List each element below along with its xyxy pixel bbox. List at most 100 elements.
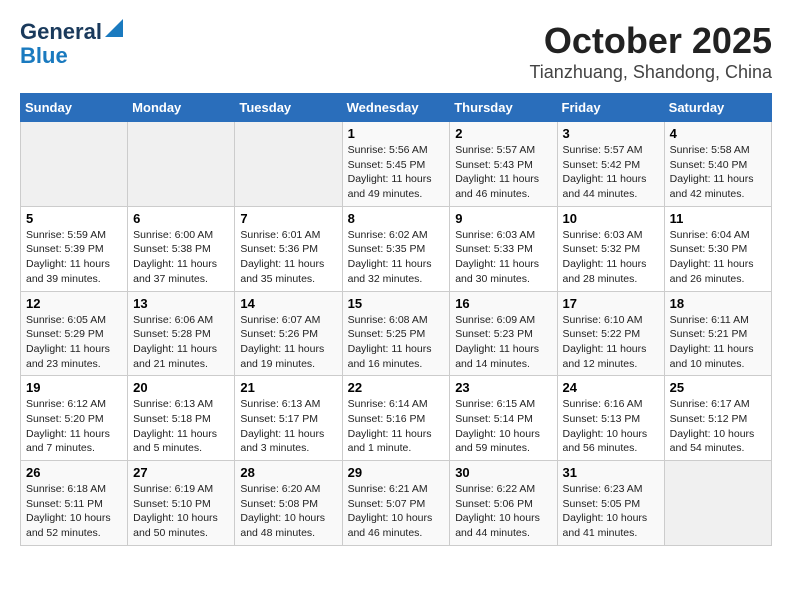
- week-row-1: 1 Sunrise: 5:56 AM Sunset: 5:45 PM Daylig…: [21, 122, 772, 207]
- day-info: Sunrise: 6:06 AM Sunset: 5:28 PM Dayligh…: [133, 313, 229, 372]
- day-number: 1: [348, 126, 445, 141]
- week-row-5: 26 Sunrise: 6:18 AM Sunset: 5:11 PM Dayli…: [21, 461, 772, 546]
- weekday-header-row: SundayMondayTuesdayWednesdayThursdayFrid…: [21, 94, 772, 122]
- calendar-cell: 9 Sunrise: 6:03 AM Sunset: 5:33 PM Daylig…: [450, 206, 557, 291]
- day-info: Sunrise: 5:57 AM Sunset: 5:42 PM Dayligh…: [563, 143, 659, 202]
- calendar-cell: 28Sunrise: 6:20 AM Sunset: 5:08 PM Dayli…: [235, 461, 342, 546]
- calendar-cell: 19Sunrise: 6:12 AM Sunset: 5:20 PM Dayli…: [21, 376, 128, 461]
- month-title: October 2025: [529, 20, 772, 62]
- day-number: 11: [670, 211, 766, 226]
- day-number: 18: [670, 296, 766, 311]
- day-number: 17: [563, 296, 659, 311]
- day-info: Sunrise: 6:21 AM Sunset: 5:07 PM Dayligh…: [348, 482, 445, 541]
- day-number: 23: [455, 380, 551, 395]
- calendar-cell: 25 Sunrise: 6:17 AM Sunset: 5:12 PM Dayli…: [664, 376, 771, 461]
- day-info: Sunrise: 6:02 AM Sunset: 5:35 PM Dayligh…: [348, 228, 445, 287]
- day-info: Sunrise: 6:17 AM Sunset: 5:12 PM Dayligh…: [670, 397, 766, 456]
- title-block: October 2025 Tianzhuang, Shandong, China: [529, 20, 772, 83]
- calendar-cell: 18 Sunrise: 6:11 AM Sunset: 5:21 PM Dayli…: [664, 291, 771, 376]
- day-number: 15: [348, 296, 445, 311]
- day-info: Sunrise: 6:09 AM Sunset: 5:23 PM Dayligh…: [455, 313, 551, 372]
- logo-blue: Blue: [20, 44, 68, 68]
- calendar-cell: [664, 461, 771, 546]
- day-number: 20: [133, 380, 229, 395]
- day-number: 30: [455, 465, 551, 480]
- location-title: Tianzhuang, Shandong, China: [529, 62, 772, 83]
- day-info: Sunrise: 5:56 AM Sunset: 5:45 PM Dayligh…: [348, 143, 445, 202]
- day-number: 9: [455, 211, 551, 226]
- weekday-header-tuesday: Tuesday: [235, 94, 342, 122]
- day-number: 8: [348, 211, 445, 226]
- calendar-cell: 21 Sunrise: 6:13 AM Sunset: 5:17 PM Dayli…: [235, 376, 342, 461]
- day-info: Sunrise: 5:57 AM Sunset: 5:43 PM Dayligh…: [455, 143, 551, 202]
- day-number: 29: [348, 465, 445, 480]
- day-number: 26: [26, 465, 122, 480]
- day-number: 24: [563, 380, 659, 395]
- day-info: Sunrise: 6:23 AM Sunset: 5:05 PM Dayligh…: [563, 482, 659, 541]
- week-row-2: 5 Sunrise: 5:59 AM Sunset: 5:39 PM Daylig…: [21, 206, 772, 291]
- calendar-cell: 22 Sunrise: 6:14 AM Sunset: 5:16 PM Dayli…: [342, 376, 450, 461]
- day-number: 22: [348, 380, 445, 395]
- calendar-cell: 17 Sunrise: 6:10 AM Sunset: 5:22 PM Dayli…: [557, 291, 664, 376]
- day-info: Sunrise: 5:58 AM Sunset: 5:40 PM Dayligh…: [670, 143, 766, 202]
- day-number: 13: [133, 296, 229, 311]
- day-number: 5: [26, 211, 122, 226]
- weekday-header-friday: Friday: [557, 94, 664, 122]
- day-info: Sunrise: 6:00 AM Sunset: 5:38 PM Dayligh…: [133, 228, 229, 287]
- calendar-cell: 3Sunrise: 5:57 AM Sunset: 5:42 PM Daylig…: [557, 122, 664, 207]
- calendar-cell: 14 Sunrise: 6:07 AM Sunset: 5:26 PM Dayli…: [235, 291, 342, 376]
- day-info: Sunrise: 6:04 AM Sunset: 5:30 PM Dayligh…: [670, 228, 766, 287]
- weekday-header-monday: Monday: [128, 94, 235, 122]
- day-info: Sunrise: 6:22 AM Sunset: 5:06 PM Dayligh…: [455, 482, 551, 541]
- day-info: Sunrise: 6:15 AM Sunset: 5:14 PM Dayligh…: [455, 397, 551, 456]
- day-number: 2: [455, 126, 551, 141]
- day-info: Sunrise: 6:03 AM Sunset: 5:33 PM Dayligh…: [455, 228, 551, 287]
- calendar-cell: [21, 122, 128, 207]
- calendar-cell: 16 Sunrise: 6:09 AM Sunset: 5:23 PM Dayli…: [450, 291, 557, 376]
- calendar-cell: 8 Sunrise: 6:02 AM Sunset: 5:35 PM Daylig…: [342, 206, 450, 291]
- day-number: 28: [240, 465, 336, 480]
- calendar-cell: 2 Sunrise: 5:57 AM Sunset: 5:43 PM Daylig…: [450, 122, 557, 207]
- day-number: 12: [26, 296, 122, 311]
- day-info: Sunrise: 6:08 AM Sunset: 5:25 PM Dayligh…: [348, 313, 445, 372]
- day-number: 21: [240, 380, 336, 395]
- week-row-4: 19Sunrise: 6:12 AM Sunset: 5:20 PM Dayli…: [21, 376, 772, 461]
- calendar-table: SundayMondayTuesdayWednesdayThursdayFrid…: [20, 93, 772, 546]
- calendar-cell: 20 Sunrise: 6:13 AM Sunset: 5:18 PM Dayli…: [128, 376, 235, 461]
- calendar-cell: 5 Sunrise: 5:59 AM Sunset: 5:39 PM Daylig…: [21, 206, 128, 291]
- calendar-cell: 24Sunrise: 6:16 AM Sunset: 5:13 PM Dayli…: [557, 376, 664, 461]
- calendar-cell: 4 Sunrise: 5:58 AM Sunset: 5:40 PM Daylig…: [664, 122, 771, 207]
- day-info: Sunrise: 6:14 AM Sunset: 5:16 PM Dayligh…: [348, 397, 445, 456]
- calendar-cell: [235, 122, 342, 207]
- weekday-header-sunday: Sunday: [21, 94, 128, 122]
- week-row-3: 12Sunrise: 6:05 AM Sunset: 5:29 PM Dayli…: [21, 291, 772, 376]
- calendar-cell: 6 Sunrise: 6:00 AM Sunset: 5:38 PM Daylig…: [128, 206, 235, 291]
- calendar-cell: 10 Sunrise: 6:03 AM Sunset: 5:32 PM Dayli…: [557, 206, 664, 291]
- calendar-cell: 26 Sunrise: 6:18 AM Sunset: 5:11 PM Dayli…: [21, 461, 128, 546]
- day-number: 25: [670, 380, 766, 395]
- day-number: 10: [563, 211, 659, 226]
- day-number: 19: [26, 380, 122, 395]
- logo-icon: [105, 19, 123, 37]
- day-info: Sunrise: 6:18 AM Sunset: 5:11 PM Dayligh…: [26, 482, 122, 541]
- day-info: Sunrise: 5:59 AM Sunset: 5:39 PM Dayligh…: [26, 228, 122, 287]
- weekday-header-saturday: Saturday: [664, 94, 771, 122]
- day-info: Sunrise: 6:07 AM Sunset: 5:26 PM Dayligh…: [240, 313, 336, 372]
- day-number: 14: [240, 296, 336, 311]
- calendar-cell: 27Sunrise: 6:19 AM Sunset: 5:10 PM Dayli…: [128, 461, 235, 546]
- day-info: Sunrise: 6:19 AM Sunset: 5:10 PM Dayligh…: [133, 482, 229, 541]
- calendar-cell: 15 Sunrise: 6:08 AM Sunset: 5:25 PM Dayli…: [342, 291, 450, 376]
- day-info: Sunrise: 6:11 AM Sunset: 5:21 PM Dayligh…: [670, 313, 766, 372]
- calendar-cell: 7Sunrise: 6:01 AM Sunset: 5:36 PM Daylig…: [235, 206, 342, 291]
- day-number: 6: [133, 211, 229, 226]
- day-info: Sunrise: 6:03 AM Sunset: 5:32 PM Dayligh…: [563, 228, 659, 287]
- weekday-header-wednesday: Wednesday: [342, 94, 450, 122]
- day-number: 16: [455, 296, 551, 311]
- day-info: Sunrise: 6:13 AM Sunset: 5:17 PM Dayligh…: [240, 397, 336, 456]
- day-info: Sunrise: 6:10 AM Sunset: 5:22 PM Dayligh…: [563, 313, 659, 372]
- day-info: Sunrise: 6:13 AM Sunset: 5:18 PM Dayligh…: [133, 397, 229, 456]
- day-number: 4: [670, 126, 766, 141]
- day-number: 7: [240, 211, 336, 226]
- calendar-cell: 23 Sunrise: 6:15 AM Sunset: 5:14 PM Dayli…: [450, 376, 557, 461]
- calendar-cell: 31Sunrise: 6:23 AM Sunset: 5:05 PM Dayli…: [557, 461, 664, 546]
